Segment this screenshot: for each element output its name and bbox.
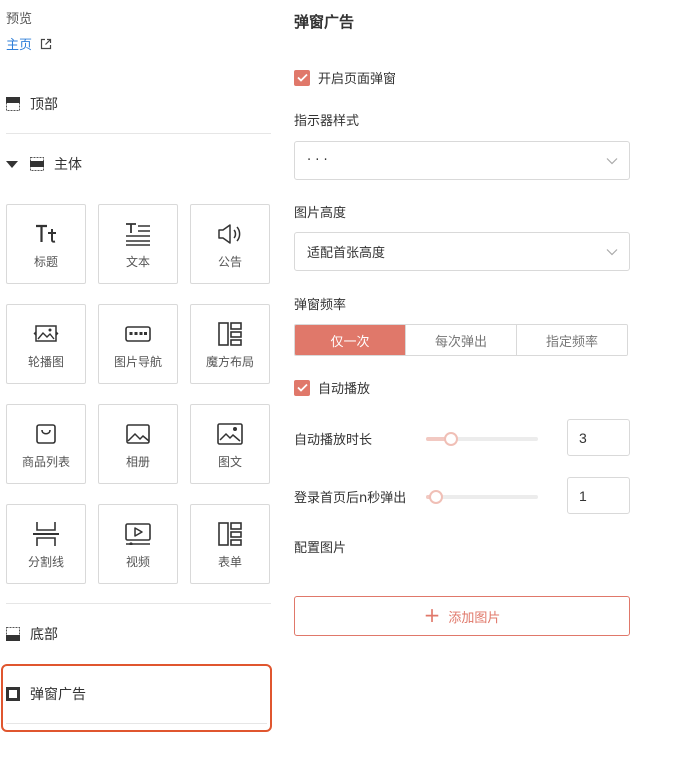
- autoplay-duration-row: 自动播放时长: [294, 429, 538, 448]
- component-label: 分割线: [27, 554, 64, 569]
- section-top-label: 顶部: [30, 97, 58, 113]
- section-popup-label: 弹窗广告: [30, 687, 86, 703]
- component-tile[interactable]: 相册: [98, 404, 178, 484]
- component-label: 图片导航: [113, 354, 162, 369]
- add-image-button[interactable]: + 添加图片: [294, 596, 630, 636]
- component-sidebar: 预览 主页 顶部 主体 标题 文本 公告 轮播图 图片导航 魔方布局 商品列表 …: [0, 0, 280, 757]
- autoplay-duration-label: 自动播放时长: [294, 433, 373, 448]
- component-tile[interactable]: 分割线: [6, 504, 86, 584]
- component-tile[interactable]: 文本: [98, 204, 178, 284]
- config-images-label: 配置图片: [294, 541, 347, 556]
- checkbox-checked-icon[interactable]: [294, 69, 310, 86]
- divider-icon: [33, 519, 59, 549]
- indicator-style-select[interactable]: · · ·: [294, 141, 630, 180]
- component-label: 标题: [33, 254, 58, 269]
- body-bar-icon: [30, 157, 44, 171]
- component-label: 表单: [217, 554, 242, 569]
- autoplay-duration-input[interactable]: [567, 419, 630, 456]
- text-lines-icon: [125, 219, 151, 249]
- section-main[interactable]: 主体: [6, 152, 82, 176]
- component-grid: 标题 文本 公告 轮播图 图片导航 魔方布局 商品列表 相册 图文 分割线 视频…: [6, 204, 270, 584]
- popup-frequency-label: 弹窗频率: [294, 298, 347, 313]
- frequency-once-option[interactable]: 仅一次: [295, 325, 405, 355]
- divider: [6, 723, 267, 724]
- component-label: 相册: [125, 454, 150, 469]
- home-link-label: 主页: [6, 38, 33, 53]
- checkbox-checked-icon[interactable]: [294, 379, 310, 396]
- frequency-custom-option[interactable]: 指定频率: [516, 325, 627, 355]
- autoplay-checkbox[interactable]: 自动播放: [294, 378, 370, 397]
- panel-title: 弹窗广告: [294, 13, 355, 31]
- login-delay-slider[interactable]: [426, 489, 538, 504]
- login-delay-row: 登录首页后n秒弹出: [294, 487, 538, 506]
- component-tile[interactable]: 图片导航: [98, 304, 178, 384]
- slider-handle[interactable]: [429, 489, 444, 504]
- enable-popup-label: 开启页面弹窗: [318, 72, 397, 87]
- component-label: 公告: [217, 254, 242, 269]
- shopping-bag-icon: [35, 419, 57, 449]
- component-label: 魔方布局: [205, 354, 254, 369]
- divider: [6, 133, 271, 134]
- cube-layout-icon: [218, 319, 242, 349]
- divider: [6, 603, 271, 604]
- component-tile[interactable]: 轮播图: [6, 304, 86, 384]
- component-label: 商品列表: [21, 454, 70, 469]
- slider-handle[interactable]: [443, 431, 458, 446]
- autoplay-label: 自动播放: [318, 382, 371, 397]
- popup-frequency-segmented: 仅一次 每次弹出 指定频率: [294, 324, 628, 356]
- component-tile[interactable]: 公告: [190, 204, 270, 284]
- component-label: 轮播图: [27, 354, 64, 369]
- chevron-down-icon: [606, 157, 618, 165]
- external-link-icon: [40, 38, 52, 50]
- login-delay-input[interactable]: [567, 477, 630, 514]
- component-tile[interactable]: 标题: [6, 204, 86, 284]
- component-tile[interactable]: 魔方布局: [190, 304, 270, 384]
- frequency-every-time-option[interactable]: 每次弹出: [405, 325, 516, 355]
- section-popup[interactable]: 弹窗广告: [6, 683, 86, 705]
- component-label: 视频: [125, 554, 150, 569]
- add-image-label: 添加图片: [448, 610, 501, 626]
- header-bar-icon: [6, 97, 20, 111]
- plus-icon: +: [423, 603, 441, 627]
- autoplay-duration-slider[interactable]: [426, 431, 538, 446]
- title-text-icon: [34, 219, 58, 249]
- image-nav-icon: [125, 319, 151, 349]
- image-height-label: 图片高度: [294, 206, 347, 221]
- popup-settings-panel: 弹窗广告 开启页面弹窗 指示器样式 · · · 图片高度 适配首张高度 弹窗频率…: [294, 0, 634, 757]
- component-label: 文本: [125, 254, 150, 269]
- component-tile[interactable]: 商品列表: [6, 404, 86, 484]
- form-icon: [218, 519, 242, 549]
- component-tile[interactable]: 视频: [98, 504, 178, 584]
- carousel-image-icon: [33, 319, 59, 349]
- component-tile[interactable]: 图文: [190, 404, 270, 484]
- image-height-value: 适配首张高度: [307, 246, 386, 261]
- home-preview-link[interactable]: 主页: [6, 34, 52, 53]
- image-text-icon: [217, 419, 243, 449]
- indicator-style-value: · · ·: [307, 153, 328, 168]
- footer-bar-icon: [6, 627, 20, 641]
- caret-down-icon[interactable]: [6, 160, 18, 168]
- album-image-icon: [126, 419, 150, 449]
- video-play-icon: [125, 519, 151, 549]
- speaker-icon: [217, 219, 243, 249]
- section-top[interactable]: 顶部: [6, 92, 58, 116]
- image-height-select[interactable]: 适配首张高度: [294, 232, 630, 271]
- login-delay-label: 登录首页后n秒弹出: [294, 491, 407, 506]
- section-main-label: 主体: [54, 157, 82, 173]
- section-bottom[interactable]: 底部: [6, 622, 58, 646]
- component-tile[interactable]: 表单: [190, 504, 270, 584]
- component-label: 图文: [217, 454, 242, 469]
- popup-window-icon: [6, 687, 20, 701]
- chevron-down-icon: [606, 248, 618, 256]
- indicator-style-label: 指示器样式: [294, 114, 360, 129]
- section-bottom-label: 底部: [30, 627, 58, 643]
- preview-title: 预览: [6, 12, 33, 27]
- enable-popup-checkbox[interactable]: 开启页面弹窗: [294, 68, 396, 87]
